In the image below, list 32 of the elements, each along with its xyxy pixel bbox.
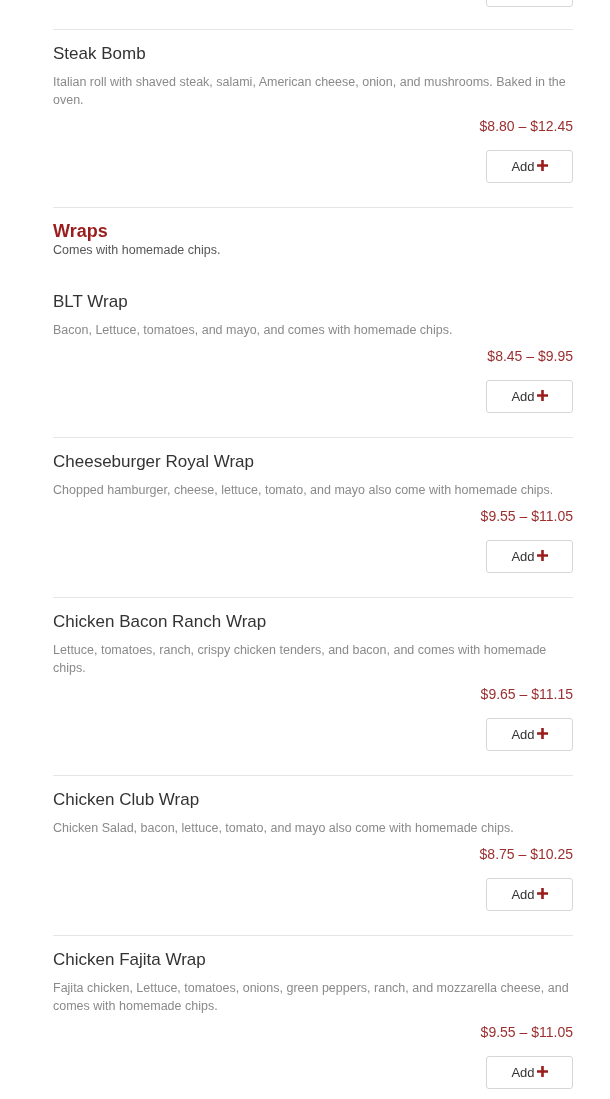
- item-title: Steak Bomb: [53, 43, 147, 65]
- add-button[interactable]: Add: [486, 150, 573, 183]
- item-description: Fajita chicken, Lettuce, tomatoes, onions, green peppers, ranch, and mozzarella cheese, and comes with homemade chips.: [53, 980, 570, 1015]
- section-subtitle: Comes with homemade chips.: [53, 242, 222, 258]
- item-price: $9.65 – $11.15: [480, 685, 573, 704]
- add-button[interactable]: Add: [486, 380, 573, 413]
- item-price: $8.80 – $12.45: [479, 117, 573, 136]
- plus-icon: [536, 887, 548, 899]
- item-title: Chicken Fajita Wrap: [53, 949, 207, 971]
- item-title: Chicken Club Wrap: [53, 789, 201, 811]
- item-description: Chopped hamburger, cheese, lettuce, tomato, and mayo also come with homemade chips.: [53, 482, 555, 499]
- add-button[interactable]: Add: [486, 1056, 573, 1089]
- item-price: $8.45 – $9.95: [487, 347, 573, 366]
- add-button[interactable]: Add: [486, 718, 573, 751]
- add-button[interactable]: Add: [486, 878, 573, 911]
- item-description: Chicken Salad, bacon, lettuce, tomato, and mayo also come with homemade chips.: [53, 820, 515, 837]
- item-description: Italian roll with shaved steak, salami, American cheese, onion, and mushrooms. Baked in the oven.: [53, 74, 567, 109]
- plus-icon: [536, 727, 548, 739]
- item-description: Bacon, Lettuce, tomatoes, and mayo, and comes with homemade chips.: [53, 322, 454, 339]
- item-price: $9.55 – $11.05: [480, 507, 573, 526]
- plus-icon: [536, 549, 548, 561]
- item-title: Cheeseburger Royal Wrap: [53, 451, 255, 473]
- item-price: $8.75 – $10.25: [479, 845, 573, 864]
- item-price: $9.55 – $11.05: [480, 1023, 573, 1042]
- plus-icon: [536, 389, 548, 401]
- item-description: Lettuce, tomatoes, ranch, crispy chicken tenders, and bacon, and comes with homemade chips.: [53, 642, 548, 677]
- section-title: Wraps: [53, 220, 109, 242]
- plus-icon: [536, 159, 548, 171]
- item-title: Chicken Bacon Ranch Wrap: [53, 611, 268, 633]
- item-title: BLT Wrap: [53, 291, 129, 313]
- plus-icon: [536, 1065, 548, 1077]
- add-button[interactable]: Add: [486, 540, 573, 573]
